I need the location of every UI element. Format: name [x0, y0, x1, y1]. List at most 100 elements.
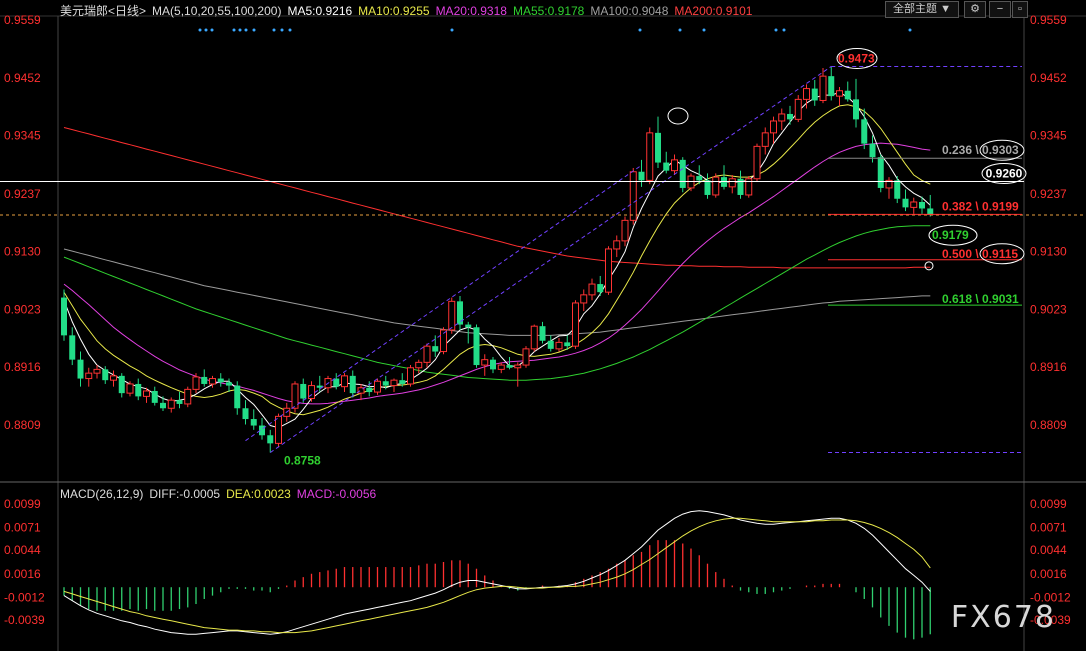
- macd-panel: [63, 510, 931, 640]
- candle-body: [61, 297, 67, 336]
- restore-icon[interactable]: ▫: [1012, 1, 1028, 18]
- y-tick-right: 0.9023: [1030, 302, 1067, 316]
- candle-body: [333, 378, 340, 387]
- low-label: 0.8758: [284, 454, 321, 468]
- candle-body: [853, 99, 859, 120]
- candle-body: [819, 75, 827, 101]
- candle-body: [399, 380, 406, 384]
- candle-body: [861, 119, 868, 144]
- macd-value: MACD:-0.0056: [296, 487, 377, 501]
- high-label: 0.9473: [838, 51, 875, 65]
- macd-diff-value: DIFF:-0.0005: [149, 487, 221, 501]
- candle-body: [663, 162, 670, 171]
- candle-body: [167, 399, 175, 409]
- ma100-line: [63, 248, 931, 336]
- signal-dot: [198, 28, 202, 32]
- y-tick-right: 0.8916: [1030, 360, 1067, 374]
- candle-body: [407, 367, 414, 385]
- candle-body: [572, 302, 579, 347]
- candle-body: [803, 88, 810, 100]
- candle-body: [605, 248, 612, 293]
- y-tick-right: 0.9237: [1030, 187, 1067, 201]
- candle-body: [102, 369, 109, 381]
- macd-tick-left: 0.0016: [4, 567, 41, 581]
- signal-dot: [638, 28, 642, 32]
- ma200-line: [63, 127, 931, 269]
- candle-body: [646, 132, 654, 181]
- candle-body: [473, 327, 480, 366]
- settings-icon[interactable]: ⚙: [964, 1, 986, 18]
- candle-body: [497, 364, 505, 370]
- trend-channel-line: [269, 66, 832, 453]
- fib-236-label: 0.236 \ 0.9303: [942, 143, 1019, 157]
- candle-body: [506, 365, 513, 368]
- ma10-line: [63, 104, 931, 416]
- candle-body: [242, 408, 249, 420]
- candle-body: [564, 342, 571, 347]
- candle-body: [184, 388, 192, 405]
- signal-dot: [288, 28, 292, 32]
- candle-body: [201, 376, 208, 384]
- signal-dot: [908, 28, 912, 32]
- candle-body: [151, 390, 158, 403]
- minimize-icon[interactable]: −: [989, 1, 1011, 18]
- y-tick-left: 0.9237: [4, 187, 41, 201]
- ma5-value: MA5:0.9216: [287, 4, 353, 18]
- candle-body: [209, 378, 216, 385]
- candle-body: [226, 382, 232, 386]
- candle-body: [712, 176, 720, 196]
- candle-body: [465, 324, 472, 328]
- y-tick-right: 0.9345: [1030, 129, 1067, 143]
- candle-body: [753, 145, 761, 180]
- signal-dot: [450, 28, 454, 32]
- price-labels: 0.9559 0.9559 0.9452 0.9452 0.9345 0.9345 0.92…: [4, 13, 1071, 627]
- macd-tick-left: 0.0099: [4, 497, 41, 511]
- candle-body: [761, 132, 769, 147]
- watermark-logo: FX678: [950, 600, 1056, 635]
- chart-header: 美元瑞郎<日线> MA(5,10,20,55,100,200) MA5:0.9216…: [60, 2, 758, 19]
- signal-dot: [678, 28, 682, 32]
- theme-dropdown-button[interactable]: 全部主题 ▼: [885, 1, 959, 18]
- candle-body: [597, 284, 604, 293]
- candle-body: [671, 159, 678, 172]
- candle-body: [126, 383, 134, 394]
- candle-body: [341, 375, 348, 388]
- candle-body: [85, 372, 93, 380]
- candle-body: [481, 359, 489, 366]
- candle-body: [110, 375, 117, 381]
- price-chart: 0.9473 0.8758 0.236 \ 0.9303 0.9260 0.382 \ …: [0, 13, 1086, 651]
- candle-body: [910, 201, 918, 208]
- fib-618-label: 0.618 \ 0.9031: [942, 292, 1019, 306]
- ma200-value: MA200:0.9101: [674, 4, 753, 18]
- candle-body: [432, 346, 439, 352]
- ma10-value: MA10:0.9255: [358, 4, 430, 18]
- candle-body: [844, 90, 851, 100]
- candle-body: [234, 385, 241, 409]
- macd-tick-right: 0.0044: [1030, 543, 1067, 557]
- candle-body: [539, 326, 546, 341]
- candle-body: [275, 415, 282, 444]
- signal-dot: [252, 28, 256, 32]
- macd-dea-line: [63, 517, 931, 634]
- macd-tick-right: 0.0071: [1030, 521, 1067, 535]
- macd-tick-right: 0.0099: [1030, 497, 1067, 511]
- macd-tick-left: 0.0044: [4, 543, 41, 557]
- macd-dea-value: DEA:0.0023: [226, 487, 291, 501]
- y-tick-left: 0.9345: [4, 129, 41, 143]
- signal-dot: [204, 28, 208, 32]
- candle-body: [638, 171, 645, 181]
- candle-body: [811, 88, 818, 101]
- candle-body: [93, 368, 101, 374]
- candle-body: [770, 120, 777, 134]
- candle-body: [382, 381, 389, 386]
- signal-dot: [244, 28, 248, 32]
- candle-body: [530, 325, 538, 350]
- candle-body: [629, 171, 637, 221]
- signal-dot: [272, 28, 276, 32]
- symbol-label[interactable]: 美元瑞郎<日线>: [60, 4, 146, 18]
- candle-body: [390, 379, 398, 387]
- candle-body: [919, 201, 925, 209]
- signal-dot: [232, 28, 236, 32]
- candle-body: [787, 113, 793, 120]
- y-tick-right: 0.9130: [1030, 245, 1067, 259]
